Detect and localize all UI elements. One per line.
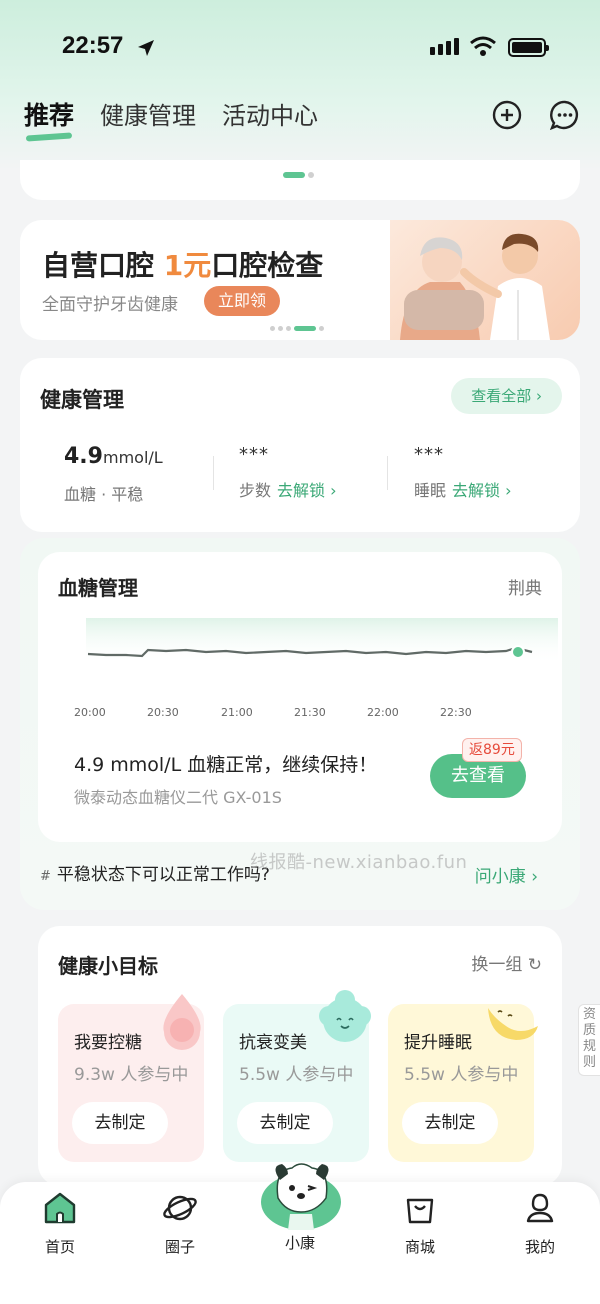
health-goals-card: 健康小目标 换一组 ↻ 我要控糖 9.3w 人参与中 去制定 抗衰变美 5.5w… <box>38 926 562 1186</box>
unlock-sleep-link[interactable]: 去解锁 › <box>452 481 512 500</box>
drop-icon <box>163 994 201 1050</box>
nav-label: 我的 <box>524 1238 555 1256</box>
health-management-title: 健康管理 <box>40 388 124 412</box>
qualification-rules-tab[interactable]: 资质规则 <box>578 1004 600 1076</box>
goal-item-anti-aging[interactable]: 抗衰变美 5.5w 人参与中 去制定 <box>223 990 371 1162</box>
mascot-icon[interactable] <box>256 1158 346 1230</box>
blood-sugar-title: 血糖管理 <box>58 576 138 600</box>
moon-icon <box>488 1008 538 1040</box>
create-plan-button[interactable]: 去制定 <box>402 1102 498 1144</box>
blood-sugar-status: 4.9 mmol/L 血糖正常，继续保持！ <box>74 754 378 776</box>
time-tick: 21:00 <box>221 706 253 719</box>
add-circle-icon[interactable] <box>492 100 522 130</box>
metric-sleep[interactable]: *** 睡眠 去解锁 › <box>414 444 512 501</box>
wifi-icon <box>470 36 496 56</box>
unlock-steps-link[interactable]: 去解锁 › <box>277 481 337 500</box>
nav-label: 小康 <box>284 1234 315 1252</box>
watermark: 线报酷-new.xianbao.fun <box>250 852 468 873</box>
location-arrow-icon <box>138 40 154 56</box>
status-time: 22:57 <box>62 32 124 59</box>
top-tabs: 推荐 健康管理 活动中心 <box>24 96 318 132</box>
health-goals-title: 健康小目标 <box>58 954 158 978</box>
create-plan-button[interactable]: 去制定 <box>72 1102 168 1144</box>
carousel-indicator <box>283 172 314 178</box>
device-name: 微泰动态血糖仪二代 GX-01S <box>74 788 282 807</box>
health-management-card: 健康管理 查看全部 › 4.9mmol/L 血糖 · 平稳 *** 步数 去解锁 … <box>20 358 580 532</box>
nav-mall[interactable]: 商城 <box>375 1182 465 1257</box>
promo-banner[interactable]: 自营口腔 1元口腔检查 全面守护牙齿健康 立即领 <box>20 220 580 340</box>
dental-illustration <box>390 220 580 340</box>
blood-sugar-card[interactable]: 血糖管理 荆典 4.9 mmol/L 血糖正常，继续保持！ 微泰动态血糖仪二代 … <box>38 552 562 842</box>
tab-activity-center[interactable]: 活动中心 <box>222 96 318 131</box>
time-tick: 22:00 <box>367 706 399 719</box>
time-tick: 20:30 <box>147 706 179 719</box>
metric-label: 睡眠 <box>414 481 447 500</box>
current-point-marker <box>511 645 525 659</box>
divider <box>387 456 388 490</box>
metric-value: *** <box>414 444 444 465</box>
planet-icon <box>163 1195 197 1221</box>
status-bar: 22:57 <box>0 0 600 90</box>
goal-name: 提升睡眠 <box>404 1033 472 1053</box>
goal-item-sugar-control[interactable]: 我要控糖 9.3w 人参与中 去制定 <box>58 994 204 1162</box>
time-tick: 20:00 <box>74 706 106 719</box>
metric-value: *** <box>239 444 269 465</box>
metric-value: 4.9 <box>64 444 103 469</box>
question-text: 平稳状态下可以正常工作吗? <box>56 865 270 885</box>
time-tick: 21:30 <box>294 706 326 719</box>
hash-symbol: # <box>40 869 51 884</box>
tab-health-management[interactable]: 健康管理 <box>100 96 196 131</box>
goal-participants: 5.5w 人参与中 <box>404 1065 519 1085</box>
view-all-button[interactable]: 查看全部 › <box>451 378 562 414</box>
nav-mine[interactable]: 我的 <box>495 1182 585 1257</box>
metric-label: 血糖 · 平稳 <box>64 485 144 504</box>
carousel-card-above <box>20 160 580 200</box>
divider <box>213 456 214 490</box>
metric-blood-sugar[interactable]: 4.9mmol/L 血糖 · 平稳 <box>64 444 163 505</box>
metric-unit: mmol/L <box>102 448 163 467</box>
banner-title: 自营口腔 1元口腔检查 <box>42 249 324 282</box>
banner-indicator <box>270 326 324 331</box>
glucose-trend-chart <box>86 618 558 664</box>
goal-name: 抗衰变美 <box>239 1033 307 1053</box>
home-icon <box>44 1192 76 1224</box>
goal-participants: 9.3w 人参与中 <box>74 1065 189 1085</box>
swap-group-button[interactable]: 换一组 ↻ <box>471 950 542 975</box>
goal-participants: 5.5w 人参与中 <box>239 1065 354 1085</box>
banner-subtitle: 全面守护牙齿健康 <box>42 295 178 315</box>
nav-label: 首页 <box>44 1238 75 1256</box>
rebate-badge: 返89元 <box>462 738 522 762</box>
metric-label: 步数 <box>239 481 272 500</box>
nav-label: 圈子 <box>164 1238 195 1256</box>
nav-home[interactable]: 首页 <box>15 1182 105 1257</box>
tab-recommend[interactable]: 推荐 <box>24 96 74 132</box>
blood-sugar-right-label[interactable]: 荆典 <box>508 574 542 599</box>
ask-xiaokang-link[interactable]: 问小康 › <box>475 862 538 887</box>
nav-circle[interactable]: 圈子 <box>135 1182 225 1257</box>
cloud-icon <box>319 990 371 1042</box>
goal-name: 我要控糖 <box>74 1033 142 1053</box>
battery-icon <box>508 38 549 57</box>
time-tick: 22:30 <box>440 706 472 719</box>
profile-icon <box>526 1193 554 1223</box>
goal-item-sleep[interactable]: 提升睡眠 5.5w 人参与中 去制定 <box>388 1004 538 1162</box>
suggested-question[interactable]: # 平稳状态下可以正常工作吗? <box>40 860 270 885</box>
claim-button[interactable]: 立即领 <box>204 286 281 316</box>
shopping-bag-icon <box>406 1198 434 1224</box>
message-icon[interactable] <box>550 100 580 130</box>
create-plan-button[interactable]: 去制定 <box>237 1102 333 1144</box>
nav-label: 商城 <box>404 1238 435 1256</box>
metric-steps[interactable]: *** 步数 去解锁 › <box>239 444 337 501</box>
cellular-signal-icon <box>430 38 459 55</box>
